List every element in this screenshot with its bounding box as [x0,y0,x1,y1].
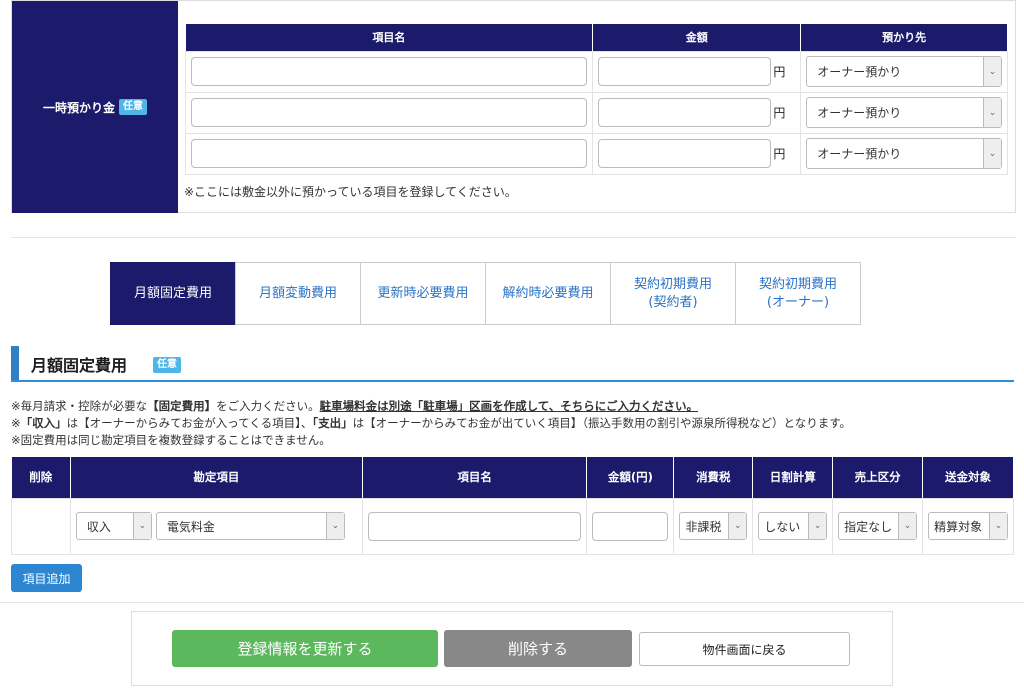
prorate-value: しない [764,519,801,534]
update-button[interactable]: 登録情報を更新する [172,630,438,667]
chevron-down-icon: ⌄ [983,57,1001,86]
optional-badge: 任意 [119,99,147,115]
tab-monthly-fixed[interactable]: 月額固定費用 [110,262,236,325]
chevron-down-icon: ⌄ [983,139,1001,168]
chevron-down-icon: ⌄ [325,513,344,539]
description-line-2: ※「収入」は【オーナーからみてお金が入ってくる項目】、「支出」は【オーナーからみ… [11,415,851,431]
deposit-row: 円 オーナー預かり ⌄ [184,91,1008,134]
tab-cancellation[interactable]: 解約時必要費用 [485,262,611,325]
cost-tabs: 月額固定費用 月額変動費用 更新時必要費用 解約時必要費用 契約初期費用 (契約者… [110,262,861,325]
tab-label: 月額固定費用 [133,285,212,301]
account-select[interactable]: 電気料金 ⌄ [155,512,345,540]
destination-value: オーナー預かり [817,65,902,79]
desc-text: をご入力ください。 [216,399,320,413]
heading-accent-bar [11,346,19,380]
col-item-name: 項目名 [362,457,588,498]
deposit-row: 円 オーナー預かり ⌄ [184,132,1008,175]
tab-label: 月額変動費用 [258,285,337,301]
item-name-input[interactable] [191,98,588,127]
amount-input[interactable] [598,57,772,86]
item-name-input[interactable] [191,139,588,168]
col-account: 勘定項目 [70,457,363,498]
chevron-down-icon: ⌄ [728,513,747,539]
sales-category-value: 指定なし [844,519,893,534]
prorate-select[interactable]: しない ⌄ [758,512,828,540]
desc-bold: 【固定費用】 [147,399,217,413]
type-select[interactable]: 収入 ⌄ [75,512,152,540]
col-delete: 削除 [11,457,71,498]
tab-initial-owner[interactable]: 契約初期費用 (オーナー) [735,262,861,325]
tab-label: 契約初期費用 [633,276,712,292]
deposit-row: 円 オーナー預かり ⌄ [184,50,1008,93]
col-tax: 消費税 [673,457,754,498]
temporary-deposit-label: 一時預かり金 任意 [12,1,178,213]
desc-bold: 「支出」 [312,416,353,430]
divider [11,237,1016,238]
chevron-down-icon: ⌄ [989,513,1007,539]
desc-text: は【オーナーからみてお金が出ていく項目】（振込手数用の割引や源泉所得税など）とな… [352,416,852,430]
tab-label: 契約初期費用 [758,276,837,292]
col-remit: 送金対象 [922,457,1014,498]
item-name-input[interactable] [367,511,582,541]
col-amount: 金額 [592,24,802,51]
destination-select[interactable]: オーナー預かり ⌄ [806,56,1002,87]
chevron-down-icon: ⌄ [898,513,917,539]
tab-monthly-variable[interactable]: 月額変動費用 [235,262,361,325]
destination-select[interactable]: オーナー預かり ⌄ [806,97,1002,128]
tax-value: 非課税 [685,519,722,534]
optional-badge: 任意 [153,357,181,373]
delete-button[interactable]: 削除する [444,630,632,667]
add-item-button[interactable]: 項目追加 [11,564,82,592]
description-line-1: ※毎月請求・控除が必要な【固定費用】をご入力ください。駐車場料金は別途「駐車場」… [11,398,698,414]
amount-input[interactable] [598,139,772,168]
destination-select[interactable]: オーナー預かり ⌄ [806,138,1002,169]
account-value: 電気料金 [166,519,215,534]
back-to-property-button[interactable]: 物件画面に戻る [639,632,850,666]
temporary-deposit-section: 一時預かり金 任意 項目名 金額 預かり先 円 オーナー預かり ⌄ 円 オーナー預… [11,0,1016,213]
fixed-cost-table: 削除 勘定項目 項目名 金額(円) 消費税 日割計算 売上区分 送金対象 収入 ⌄… [11,457,1014,555]
tab-label: 解約時必要費用 [502,285,594,301]
col-item-name: 項目名 [185,24,594,51]
deposit-note: ※ここには敷金以外に預かっている項目を登録してください。 [184,185,517,199]
chevron-down-icon: ⌄ [983,98,1001,127]
destination-value: オーナー預かり [817,106,902,120]
deposit-label-text: 一時預かり金 [42,100,115,115]
desc-underline: 駐車場料金は別途「駐車場」区画を作成して、そちらにご入力ください。 [319,399,698,413]
amount-input[interactable] [592,511,669,541]
tab-label: 更新時必要費用 [377,285,469,301]
description-line-3: ※固定費用は同じ勘定項目を複数登録することはできません。 [11,433,331,447]
col-sales-category: 売上区分 [832,457,924,498]
desc-text: は【オーナーからみてお金が入ってくる項目】、 [66,416,313,430]
yen-unit: 円 [773,147,786,161]
desc-text: ※毎月請求・控除が必要な [11,399,148,413]
tab-initial-tenant[interactable]: 契約初期費用 (契約者) [610,262,736,325]
section-title: 月額固定費用 [31,356,128,375]
col-amount: 金額(円) [586,457,675,498]
amount-input[interactable] [598,98,772,127]
col-prorate: 日割計算 [752,457,834,498]
desc-text: ※ [11,416,21,430]
table-row: 収入 ⌄ 電気料金 ⌄ 非課税 ⌄ しない ⌄ 指定なし ⌄ 精算対象 ⌄ [11,497,1014,555]
type-value: 収入 [86,519,111,534]
yen-unit: 円 [773,106,786,120]
item-name-input[interactable] [191,57,588,86]
desc-bold: 「収入」 [20,416,67,430]
divider [0,602,1024,603]
delete-cell [11,497,71,555]
destination-value: オーナー預かり [817,147,902,161]
deposit-table: 項目名 金額 預かり先 円 オーナー預かり ⌄ 円 オーナー預かり ⌄ 円 オーナー… [184,24,1008,175]
remit-value: 精算対象 [934,519,983,534]
remit-select[interactable]: 精算対象 ⌄ [928,512,1008,540]
tab-sublabel: (オーナー) [766,294,830,310]
tab-sublabel: (契約者) [648,294,698,310]
tax-select[interactable]: 非課税 ⌄ [679,512,748,540]
sales-category-select[interactable]: 指定なし ⌄ [838,512,918,540]
section-heading: 月額固定費用 任意 [11,346,1014,382]
chevron-down-icon: ⌄ [808,513,827,539]
tab-renewal[interactable]: 更新時必要費用 [360,262,486,325]
yen-unit: 円 [773,65,786,79]
chevron-down-icon: ⌄ [132,513,151,539]
col-destination: 預かり先 [800,24,1008,51]
